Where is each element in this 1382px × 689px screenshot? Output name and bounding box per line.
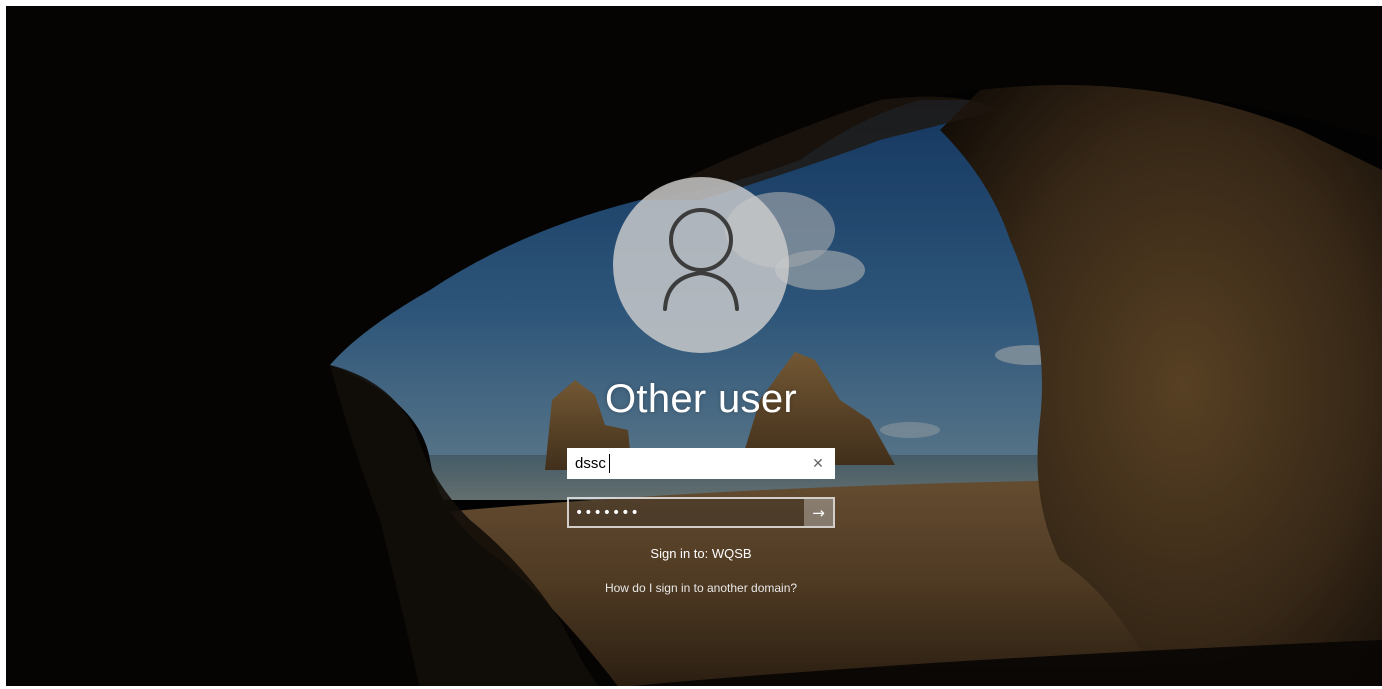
person-outline-icon [663,208,739,311]
arrow-right-icon[interactable]: → [804,499,833,526]
another-domain-link[interactable]: How do I sign in to another domain? [541,580,861,596]
password-input[interactable]: ••••••• → [567,497,835,528]
user-avatar [613,177,789,353]
lock-screen: Other user dssc ✕ ••••••• → Sign in to: … [0,0,1382,689]
password-masked-value: ••••••• [575,505,640,521]
close-icon[interactable]: ✕ [805,451,831,476]
sign-in-domain-label: Sign in to: WQSB [650,546,752,561]
text-caret [609,454,610,473]
username-input[interactable]: dssc ✕ [567,448,835,479]
user-name-heading: Other user [605,377,797,421]
username-value: dssc [575,455,606,472]
